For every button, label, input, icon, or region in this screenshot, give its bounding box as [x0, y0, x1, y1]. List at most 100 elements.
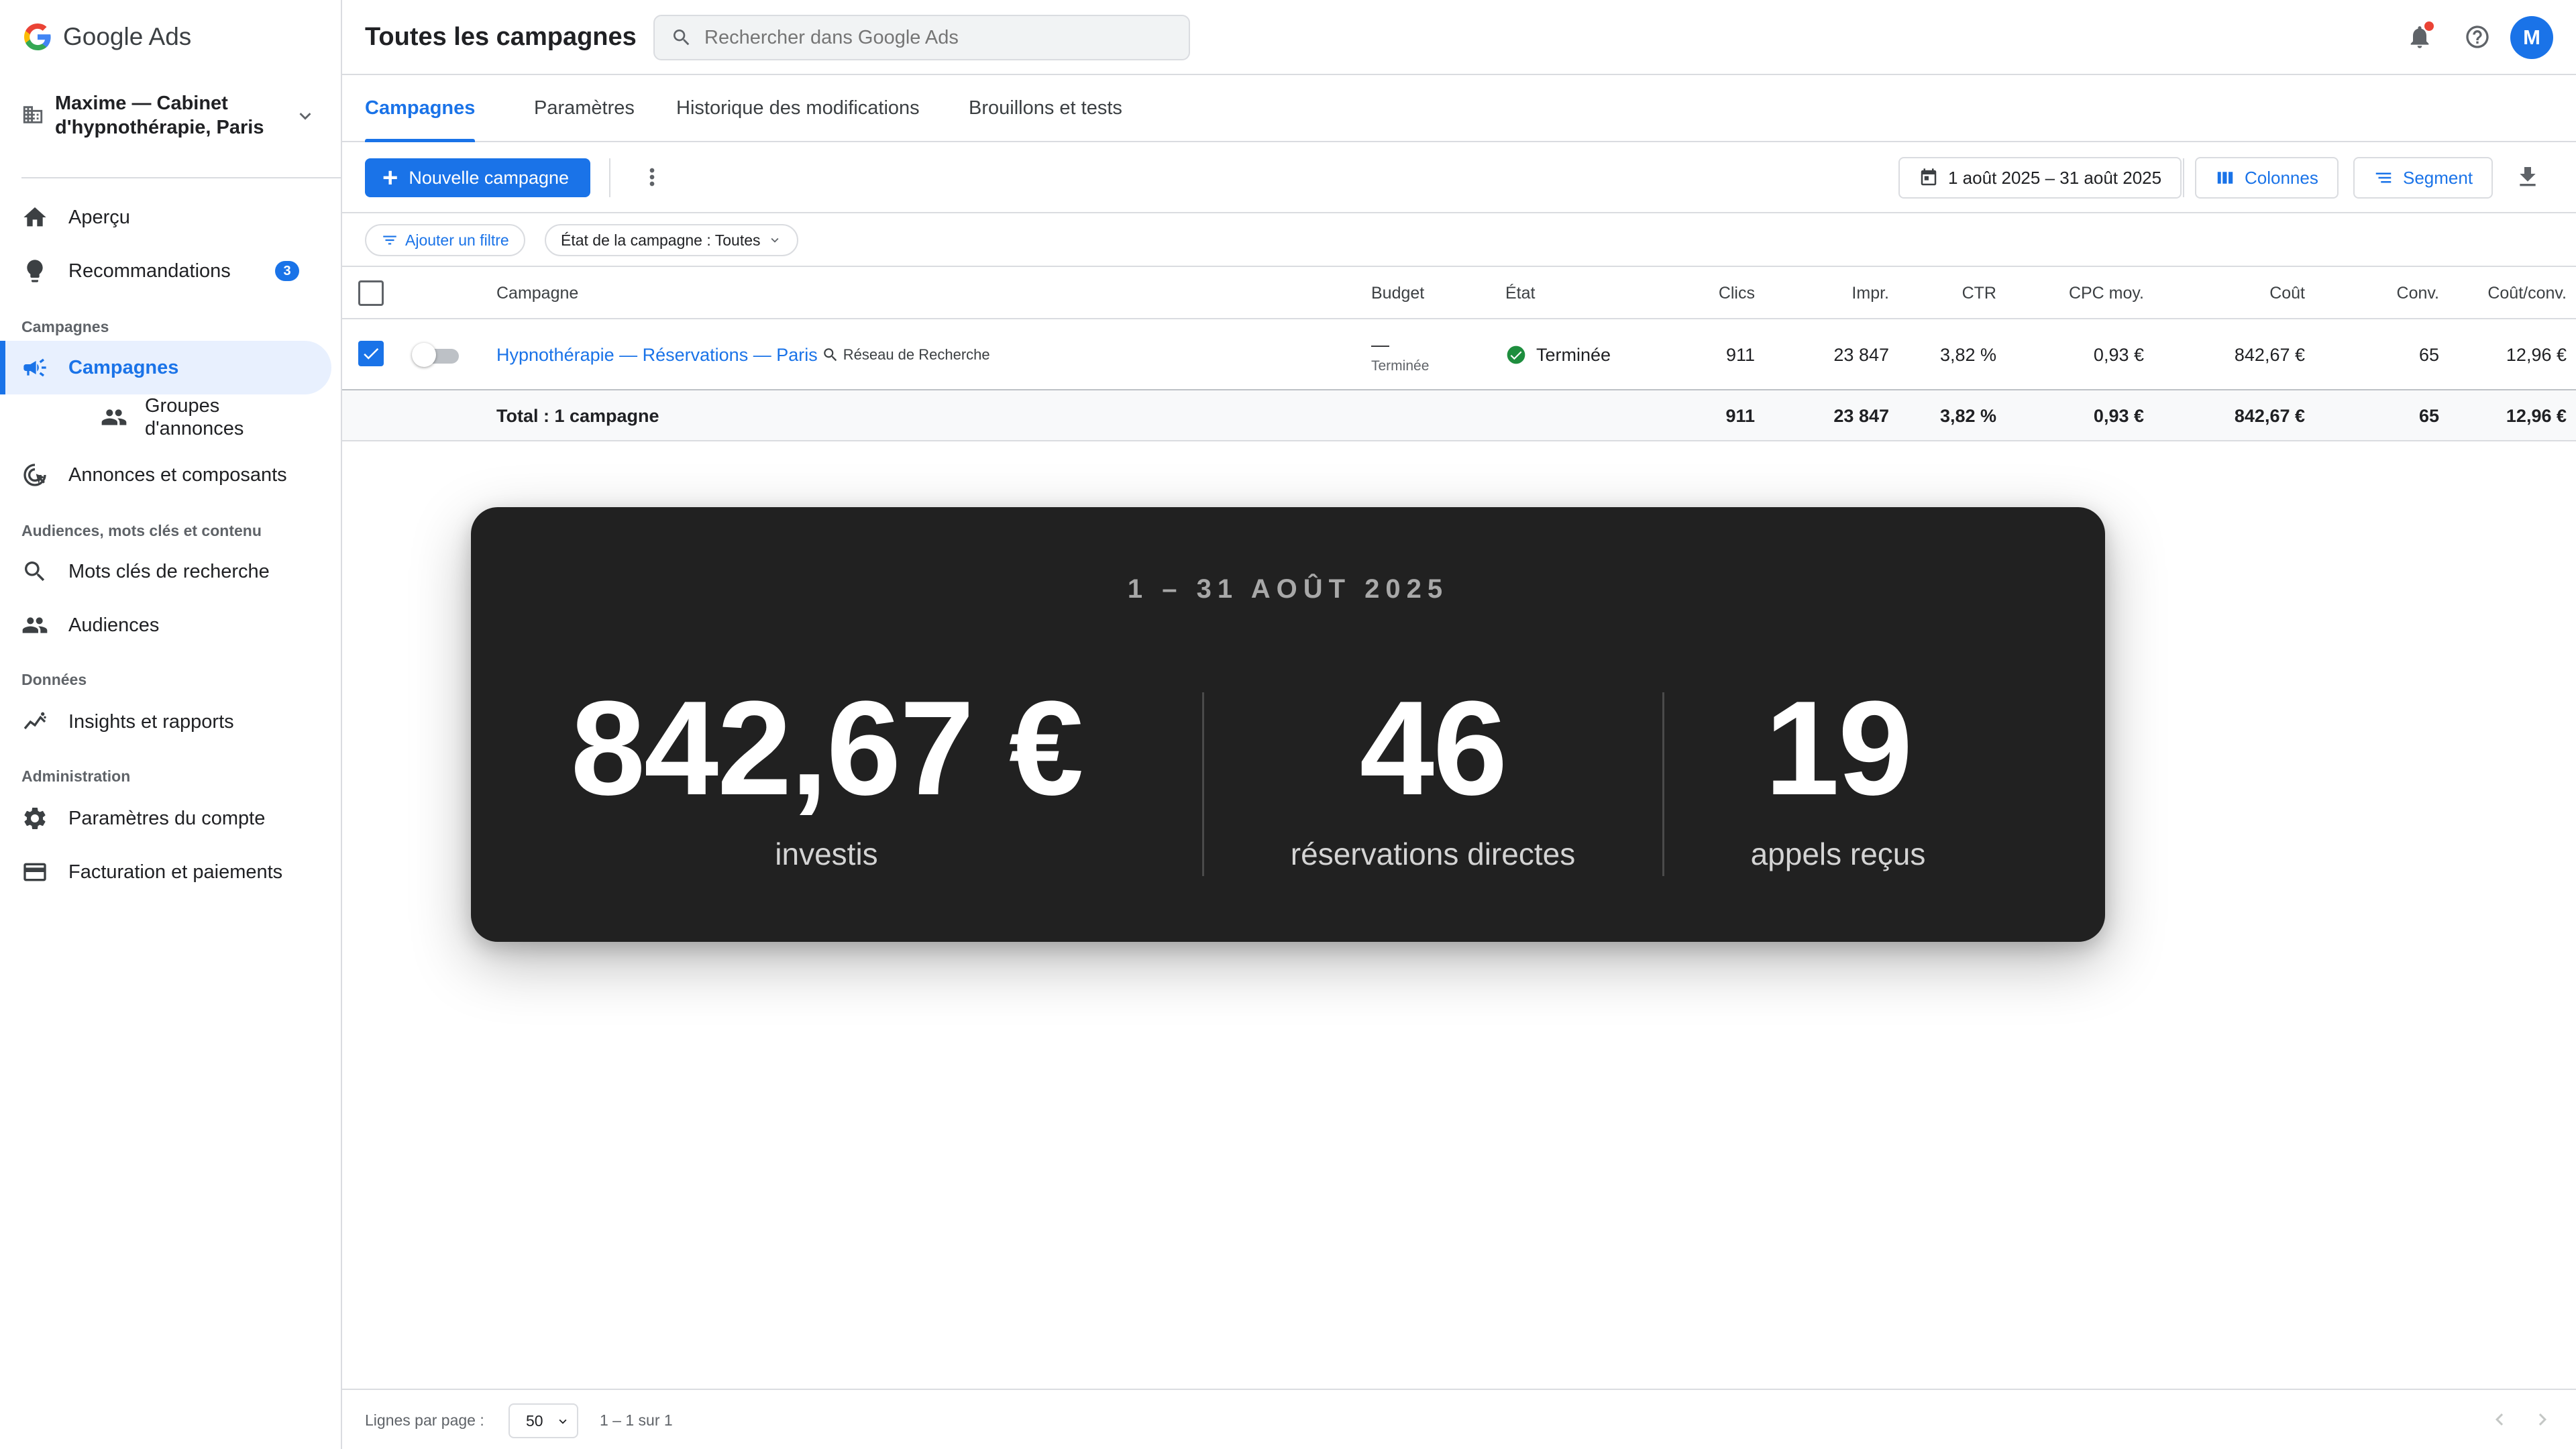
campaign-type-label: Réseau de Recherche: [843, 346, 990, 363]
status-filter-chip[interactable]: État de la campagne : Toutes: [545, 224, 798, 256]
account-switcher[interactable]: Maxime — Cabinet d'hypnothérapie, Paris: [21, 91, 321, 138]
clicks-cell: 911: [1725, 344, 1755, 365]
sidebar-item-facturation[interactable]: Facturation et paiements: [0, 845, 331, 899]
conversions-cell: 65: [2418, 344, 2439, 365]
audiences-icon: [22, 617, 48, 633]
sidebar-item-label: Campagnes: [68, 356, 179, 378]
column-header-status[interactable]: État: [1505, 267, 1535, 319]
column-header-cost-per-conv[interactable]: Coût/conv.: [2455, 267, 2567, 319]
columns-button[interactable]: Colonnes: [2195, 157, 2339, 199]
column-header-cpc[interactable]: CPC moy.: [2012, 267, 2144, 319]
section-title-admin: Administration: [21, 767, 131, 785]
status-cell: Terminée: [1505, 319, 1611, 390]
column-header-ctr[interactable]: CTR: [1925, 267, 1996, 319]
sidebar-item-groupes[interactable]: Groupes d'annonces: [101, 394, 259, 440]
sidebar-item-apercu[interactable]: Aperçu: [0, 191, 331, 244]
chevron-down-icon: [771, 237, 778, 243]
campaign-name-link[interactable]: Hypnothérapie — Réservations — Paris: [496, 345, 818, 366]
search-bar[interactable]: [653, 15, 1190, 60]
chevron-down-icon[interactable]: [294, 105, 317, 127]
section-title-campaigns: Campagnes: [21, 318, 109, 335]
chevron-right-icon[interactable]: [2530, 1407, 2555, 1432]
section-title-audiences: Audiences, mots clés et contenu: [21, 522, 262, 539]
brand[interactable]: Google Ads: [21, 20, 191, 54]
new-campaign-button[interactable]: + Nouvelle campagne: [365, 158, 591, 197]
sidebar-item-audiences[interactable]: Audiences: [0, 598, 331, 652]
summary-overlay-card: 1 – 31 AOÛT 2025 842,67 € investis 46 ré…: [471, 507, 2105, 942]
column-header-conversions[interactable]: Conv.: [2341, 267, 2439, 319]
filter-bar: Ajouter un filtre État de la campagne : …: [342, 213, 2576, 267]
budget-note: Terminée: [1371, 358, 1430, 374]
chevron-left-icon[interactable]: [2487, 1407, 2512, 1432]
tab-brouillons[interactable]: Brouillons et tests: [969, 75, 1122, 141]
rows-per-page-select[interactable]: 50: [508, 1403, 578, 1438]
stat-bookings: 46 réservations directes: [1203, 682, 1662, 872]
sidebar-item-mots-cles[interactable]: Mots clés de recherche: [0, 545, 331, 598]
select-all-checkbox[interactable]: [358, 280, 384, 306]
more-options-button[interactable]: [637, 162, 667, 192]
impressions-cell: 23 847: [1833, 344, 1889, 365]
plus-icon: +: [382, 163, 398, 193]
sidebar-item-insights[interactable]: Insights et rapports: [0, 695, 331, 749]
home-icon: [23, 207, 46, 227]
search-icon: [674, 30, 690, 46]
total-cpc: 0,93 €: [2093, 405, 2144, 426]
column-header-clicks[interactable]: Clics: [1684, 267, 1755, 319]
column-header-cost[interactable]: Coût: [2180, 267, 2305, 319]
search-icon: [25, 561, 45, 582]
check-icon: [364, 347, 379, 360]
download-icon[interactable]: [2514, 164, 2541, 191]
sidebar-item-parametres[interactable]: Paramètres du compte: [0, 792, 331, 845]
table-row: Hypnothérapie — Réservations — Paris Rés…: [342, 319, 2576, 390]
status-filter-label: État de la campagne : Toutes: [561, 231, 761, 249]
calendar-icon: [1921, 168, 1937, 186]
status-label: Terminée: [1536, 344, 1611, 365]
toolbar: + Nouvelle campagne 1 août 2025 – 31 aoû…: [342, 142, 2576, 213]
filter-icon: [383, 235, 396, 245]
row-checkbox[interactable]: [358, 341, 384, 366]
stat-spend: 842,67 € investis: [424, 682, 1229, 872]
date-range-picker[interactable]: 1 août 2025 – 31 août 2025: [1898, 157, 2182, 199]
account-name: Maxime — Cabinet d'hypnothérapie, Paris: [55, 93, 264, 138]
stat-label: appels reçus: [1750, 837, 1926, 871]
tab-campagnes[interactable]: Campagnes: [365, 75, 476, 142]
groups-icon: [101, 409, 127, 425]
recommendations-badge: 3: [275, 261, 299, 281]
toolbar-divider: [609, 158, 610, 197]
sidebar-item-campagnes[interactable]: Campagnes: [0, 341, 331, 394]
help-button[interactable]: [2461, 20, 2494, 54]
stat-label: investis: [775, 837, 878, 871]
date-range-label: 1 août 2025 – 31 août 2025: [1948, 167, 2162, 188]
help-icon: [2466, 25, 2489, 48]
campaign-toggle[interactable]: [412, 343, 459, 367]
campaign-cell: Hypnothérapie — Réservations — Paris Rés…: [496, 319, 990, 390]
column-header-impressions[interactable]: Impr.: [1784, 267, 1889, 319]
sidebar-item-label: Mots clés de recherche: [68, 560, 270, 582]
segment-button[interactable]: Segment: [2353, 157, 2493, 199]
status-badge: Terminée: [1505, 344, 1611, 366]
total-cost: 842,67 €: [2234, 405, 2305, 426]
lightbulb-icon: [27, 260, 43, 282]
stat-label: réservations directes: [1290, 837, 1576, 871]
add-filter-button[interactable]: Ajouter un filtre: [365, 224, 525, 256]
column-header-budget[interactable]: Budget: [1371, 267, 1424, 319]
total-clicks: 911: [1725, 405, 1755, 426]
pagination-range: 1 – 1 sur 1: [600, 1411, 673, 1429]
total-label: Total : 1 campagne: [496, 405, 659, 426]
notifications-button[interactable]: [2403, 20, 2436, 54]
rows-per-page-label: Lignes par page :: [365, 1411, 484, 1429]
ctr-cell: 3,82 %: [1939, 344, 1996, 365]
search-input[interactable]: [704, 26, 1174, 49]
tab-parametres[interactable]: Paramètres: [534, 75, 635, 141]
ads-icon: [23, 464, 46, 486]
column-header-campaign[interactable]: Campagne: [496, 267, 578, 319]
tab-historique[interactable]: Historique des modifications: [676, 75, 920, 141]
chevron-down-icon: [559, 1419, 567, 1424]
columns-label: Colonnes: [2245, 167, 2318, 188]
pagination-footer: Lignes par page : 50 1 – 1 sur 1: [342, 1389, 2576, 1449]
total-ctr: 3,82 %: [1939, 405, 1996, 426]
insights-icon: [23, 712, 46, 730]
sidebar-item-label: Facturation et paiements: [68, 861, 283, 883]
avatar[interactable]: M: [2510, 16, 2553, 59]
sidebar-item-annonces[interactable]: Annonces et composants: [0, 448, 331, 502]
